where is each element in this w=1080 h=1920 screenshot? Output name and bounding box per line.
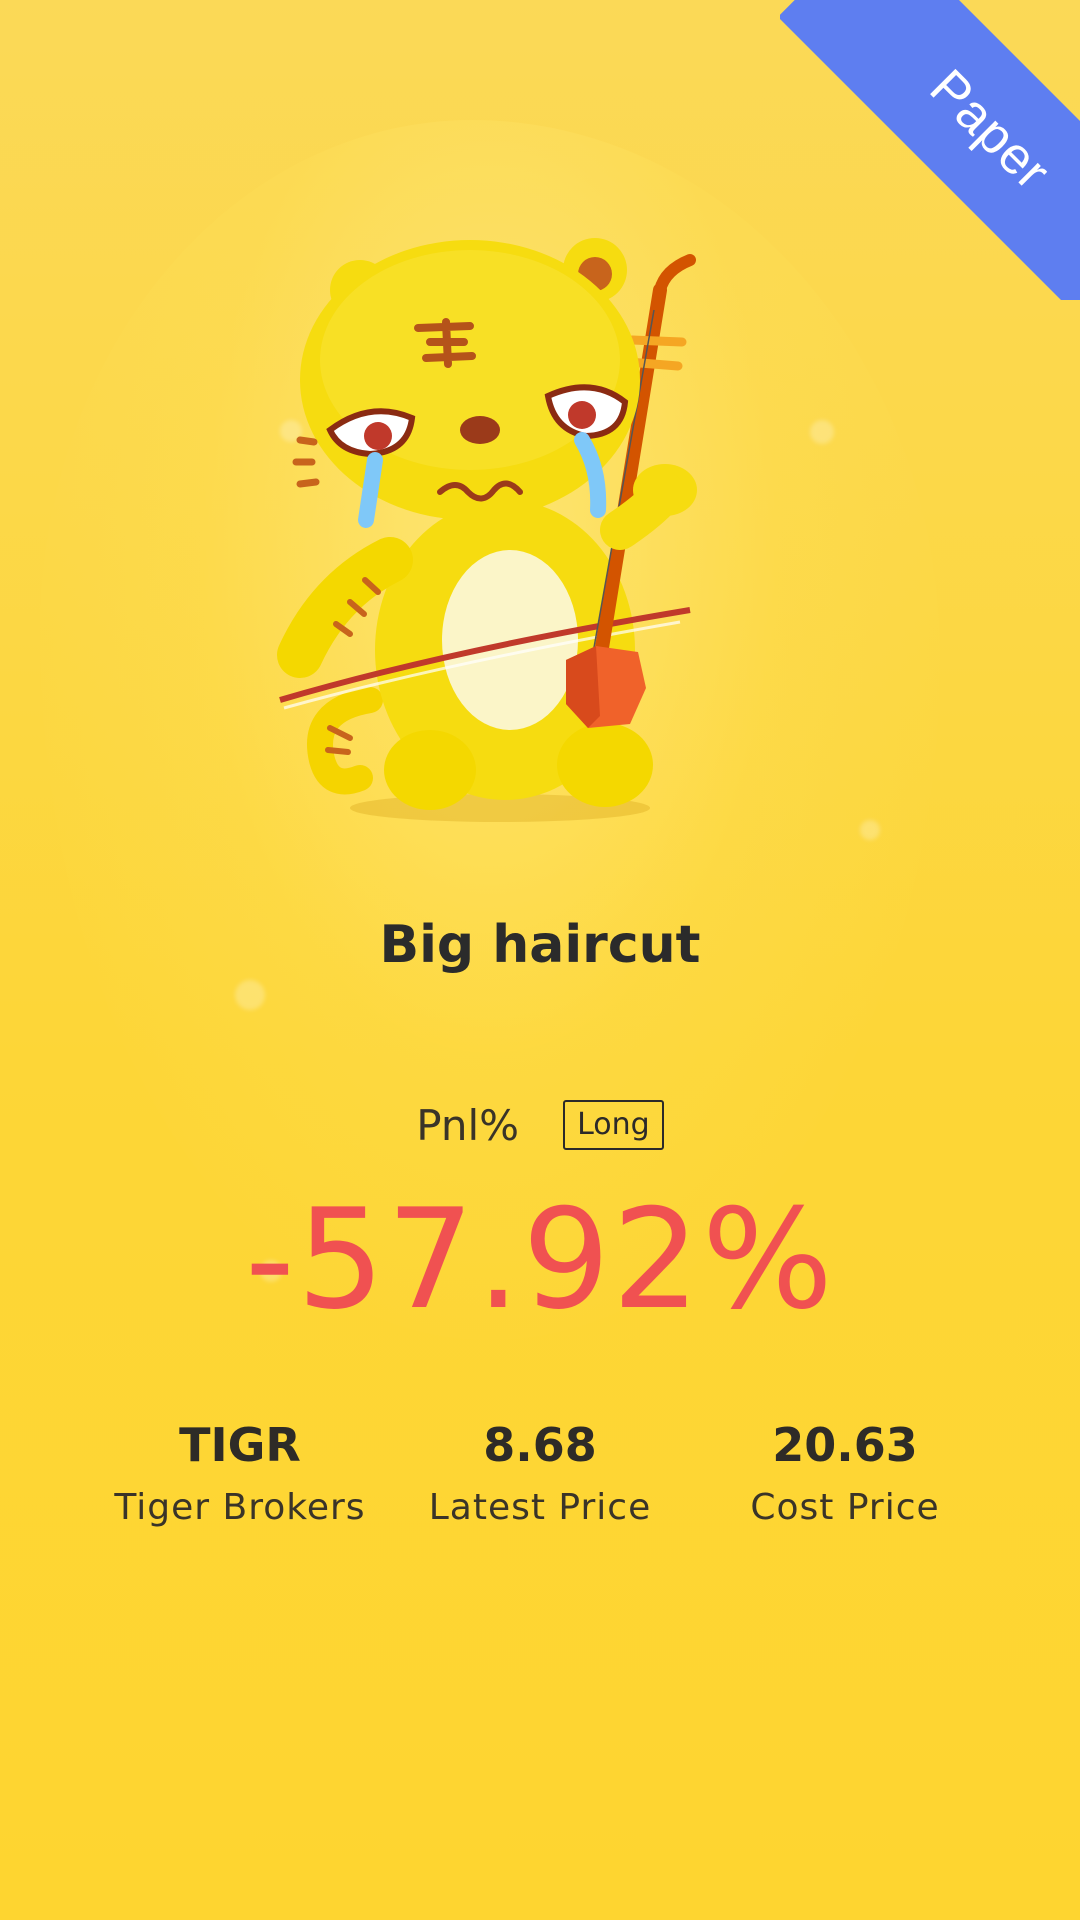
pnl-percent-value: -57.92% — [245, 1179, 835, 1340]
cost-price-value: 20.63 — [772, 1418, 918, 1472]
crying-tiger-playing-erhu-icon — [277, 238, 697, 822]
latest-price-label: Latest Price — [428, 1487, 652, 1528]
sparkle-decoration — [235, 980, 265, 1010]
stock-name: Tiger Brokers — [114, 1487, 366, 1528]
stat-latest-price: 8.68 Latest Price — [390, 1415, 690, 1528]
paper-ribbon: Paper — [780, 0, 1080, 300]
stock-symbol: TIGR — [179, 1418, 301, 1472]
sparkle-decoration — [810, 420, 834, 444]
pnl-label: Pnl% — [416, 1100, 520, 1150]
result-headline: Big haircut — [379, 915, 701, 975]
latest-price-value: 8.68 — [483, 1418, 597, 1472]
pnl-header: Pnl% Long — [0, 1100, 1080, 1150]
position-stats: TIGR Tiger Brokers 8.68 Latest Price 20.… — [0, 1415, 1080, 1555]
cost-price-label: Cost Price — [750, 1487, 940, 1528]
stat-cost-price: 20.63 Cost Price — [695, 1415, 995, 1528]
ribbon-label: Paper — [918, 58, 1062, 202]
position-direction-badge: Long — [563, 1100, 664, 1150]
sparkle-decoration — [860, 820, 880, 840]
stat-symbol: TIGR Tiger Brokers — [90, 1415, 390, 1528]
